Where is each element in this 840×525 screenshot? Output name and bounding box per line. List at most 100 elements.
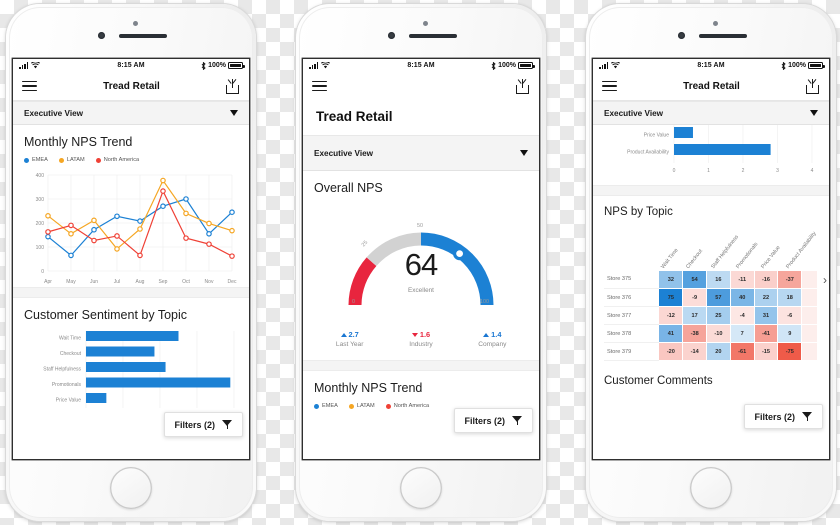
- heatmap-cell[interactable]: 7: [729, 324, 755, 343]
- view-selector[interactable]: Executive View: [593, 101, 829, 125]
- sensor-icon: [423, 21, 428, 26]
- heatmap-cell[interactable]: -16: [753, 270, 779, 289]
- heatmap-cell[interactable]: 20: [706, 342, 731, 361]
- legend-item-latam: LATAM: [348, 403, 375, 409]
- heatmap-row[interactable]: Store 375 32 54 16 -11 -16 -37: [604, 270, 818, 289]
- heatmap-row[interactable]: Store 378 41 -38 -10 7 -41 9: [604, 324, 818, 343]
- battery-percent: 100%: [498, 62, 516, 69]
- bluetooth-icon: [781, 61, 786, 70]
- heatmap-cell[interactable]: 22: [753, 288, 779, 307]
- filters-button[interactable]: Filters (2): [744, 404, 823, 429]
- view-selector[interactable]: Executive View: [303, 135, 539, 171]
- heatmap-col-header: Promotionals: [735, 241, 760, 270]
- legend-dot-emea: [314, 403, 319, 409]
- share-icon[interactable]: [226, 78, 240, 94]
- heatmap-cell[interactable]: -61: [729, 342, 755, 361]
- battery-percent: 100%: [788, 62, 806, 69]
- heatmap-cell[interactable]: 25: [706, 306, 731, 325]
- view-selector[interactable]: Executive View: [13, 101, 249, 125]
- kpi-label: Company: [478, 341, 507, 348]
- heatmap-cell[interactable]: 9: [777, 324, 803, 343]
- legend-label-emea: EMEA: [32, 157, 48, 163]
- kpi-company: 1.4 Company: [457, 330, 528, 348]
- phone-1: 8:15 AM 100% Tread Retail Executive View: [6, 4, 256, 521]
- status-time: 8:15 AM: [407, 62, 435, 69]
- caret-down-icon[interactable]: [810, 110, 818, 116]
- svg-text:2: 2: [742, 168, 745, 174]
- legend-label-north-america: North America: [393, 403, 430, 409]
- status-bar: 8:15 AM 100%: [303, 59, 539, 72]
- heatmap-cell[interactable]: 18: [777, 288, 803, 307]
- hamburger-menu-icon[interactable]: [312, 80, 327, 92]
- gauge-tick-100: 100: [480, 299, 489, 305]
- svg-text:Sep: Sep: [159, 279, 168, 285]
- svg-text:Nov: Nov: [205, 279, 214, 285]
- gauge-tick-50: 50: [417, 223, 423, 229]
- svg-text:Price Value: Price Value: [56, 398, 81, 404]
- nav-bar: [303, 72, 539, 100]
- heatmap-cell[interactable]: -11: [729, 270, 755, 289]
- share-icon[interactable]: [516, 78, 530, 94]
- heatmap-cell[interactable]: -14: [682, 342, 708, 361]
- front-camera-icon: [98, 32, 105, 39]
- home-button[interactable]: [400, 467, 442, 509]
- heatmap-row-label: Store 378: [604, 324, 659, 343]
- legend-dot-north-america: [95, 157, 101, 163]
- hamburger-menu-icon[interactable]: [22, 80, 37, 92]
- svg-text:Checkout: Checkout: [60, 351, 82, 357]
- heatmap-cell[interactable]: -4: [729, 306, 755, 325]
- heatmap-cell[interactable]: 54: [682, 270, 708, 289]
- heatmap-cell[interactable]: -37: [777, 270, 803, 289]
- legend-dot-north-america: [385, 403, 391, 409]
- kpi-last-year: 2.7 Last Year: [314, 330, 385, 348]
- legend-dot-emea: [24, 157, 29, 163]
- home-button[interactable]: [690, 467, 732, 509]
- bar-chart-customer-sentiment: Wait Time Checkout Staff Helpfulness Promot…: [43, 331, 235, 408]
- filters-button[interactable]: Filters (2): [454, 408, 533, 433]
- caret-down-icon[interactable]: [230, 110, 238, 116]
- heatmap-cell[interactable]: -38: [682, 324, 708, 343]
- battery-percent: 100%: [208, 62, 226, 69]
- heatmap-row[interactable]: Store 377 -12 17 25 -4 31 -6: [604, 306, 818, 325]
- monthly-nps-trend-card: Monthly NPS Trend EMEA LATAM North Ameri…: [13, 125, 249, 287]
- battery-icon: [518, 62, 535, 69]
- svg-text:0: 0: [41, 269, 44, 275]
- svg-text:Product Availability: Product Availability: [627, 150, 669, 156]
- heatmap-cell[interactable]: 16: [706, 270, 731, 289]
- heatmap-cell-clipped: [801, 324, 818, 343]
- heatmap-cell[interactable]: 17: [682, 306, 708, 325]
- legend-label-latam: LATAM: [356, 403, 375, 409]
- heatmap-cell[interactable]: -15: [753, 342, 779, 361]
- front-camera-icon: [388, 32, 395, 39]
- triangle-up-icon: [483, 333, 490, 337]
- heatmap-row-label: Store 376: [604, 288, 659, 307]
- home-button[interactable]: [110, 467, 152, 509]
- heatmap-cell[interactable]: -20: [658, 342, 684, 361]
- heatmap-cell[interactable]: 40: [729, 288, 755, 307]
- heatmap-cell[interactable]: -12: [658, 306, 684, 325]
- share-icon[interactable]: [806, 78, 820, 94]
- heatmap-cell[interactable]: -41: [753, 324, 779, 343]
- view-selector-label: Executive View: [314, 148, 374, 158]
- heatmap-row[interactable]: Store 376 75 -9 57 40 22 18: [604, 288, 818, 307]
- card-divider: [13, 287, 249, 298]
- heatmap-cell[interactable]: -10: [706, 324, 731, 343]
- heatmap-cell[interactable]: 32: [658, 270, 684, 289]
- heatmap-cell[interactable]: -9: [682, 288, 708, 307]
- kpi-label: Industry: [409, 341, 433, 348]
- heatmap-cell[interactable]: -6: [777, 306, 803, 325]
- filters-label: Filters (2): [754, 411, 795, 422]
- earpiece-speaker: [119, 34, 167, 38]
- heatmap-cell[interactable]: 31: [753, 306, 779, 325]
- heatmap-cell[interactable]: 41: [658, 324, 684, 343]
- heatmap-row[interactable]: Store 379 -20 -14 20 -61 -15 -75: [604, 342, 818, 361]
- heatmap-cell[interactable]: 75: [658, 288, 684, 307]
- heatmap-cell[interactable]: 57: [706, 288, 731, 307]
- chevron-right-icon[interactable]: ›: [823, 273, 827, 287]
- card-title-nps-by-topic: NPS by Topic: [604, 206, 673, 218]
- hamburger-menu-icon[interactable]: [602, 80, 617, 92]
- legend-item-north-america: North America: [95, 157, 139, 163]
- heatmap-cell[interactable]: -75: [777, 342, 803, 361]
- filters-button[interactable]: Filters (2): [164, 412, 243, 437]
- caret-down-icon[interactable]: [520, 150, 528, 156]
